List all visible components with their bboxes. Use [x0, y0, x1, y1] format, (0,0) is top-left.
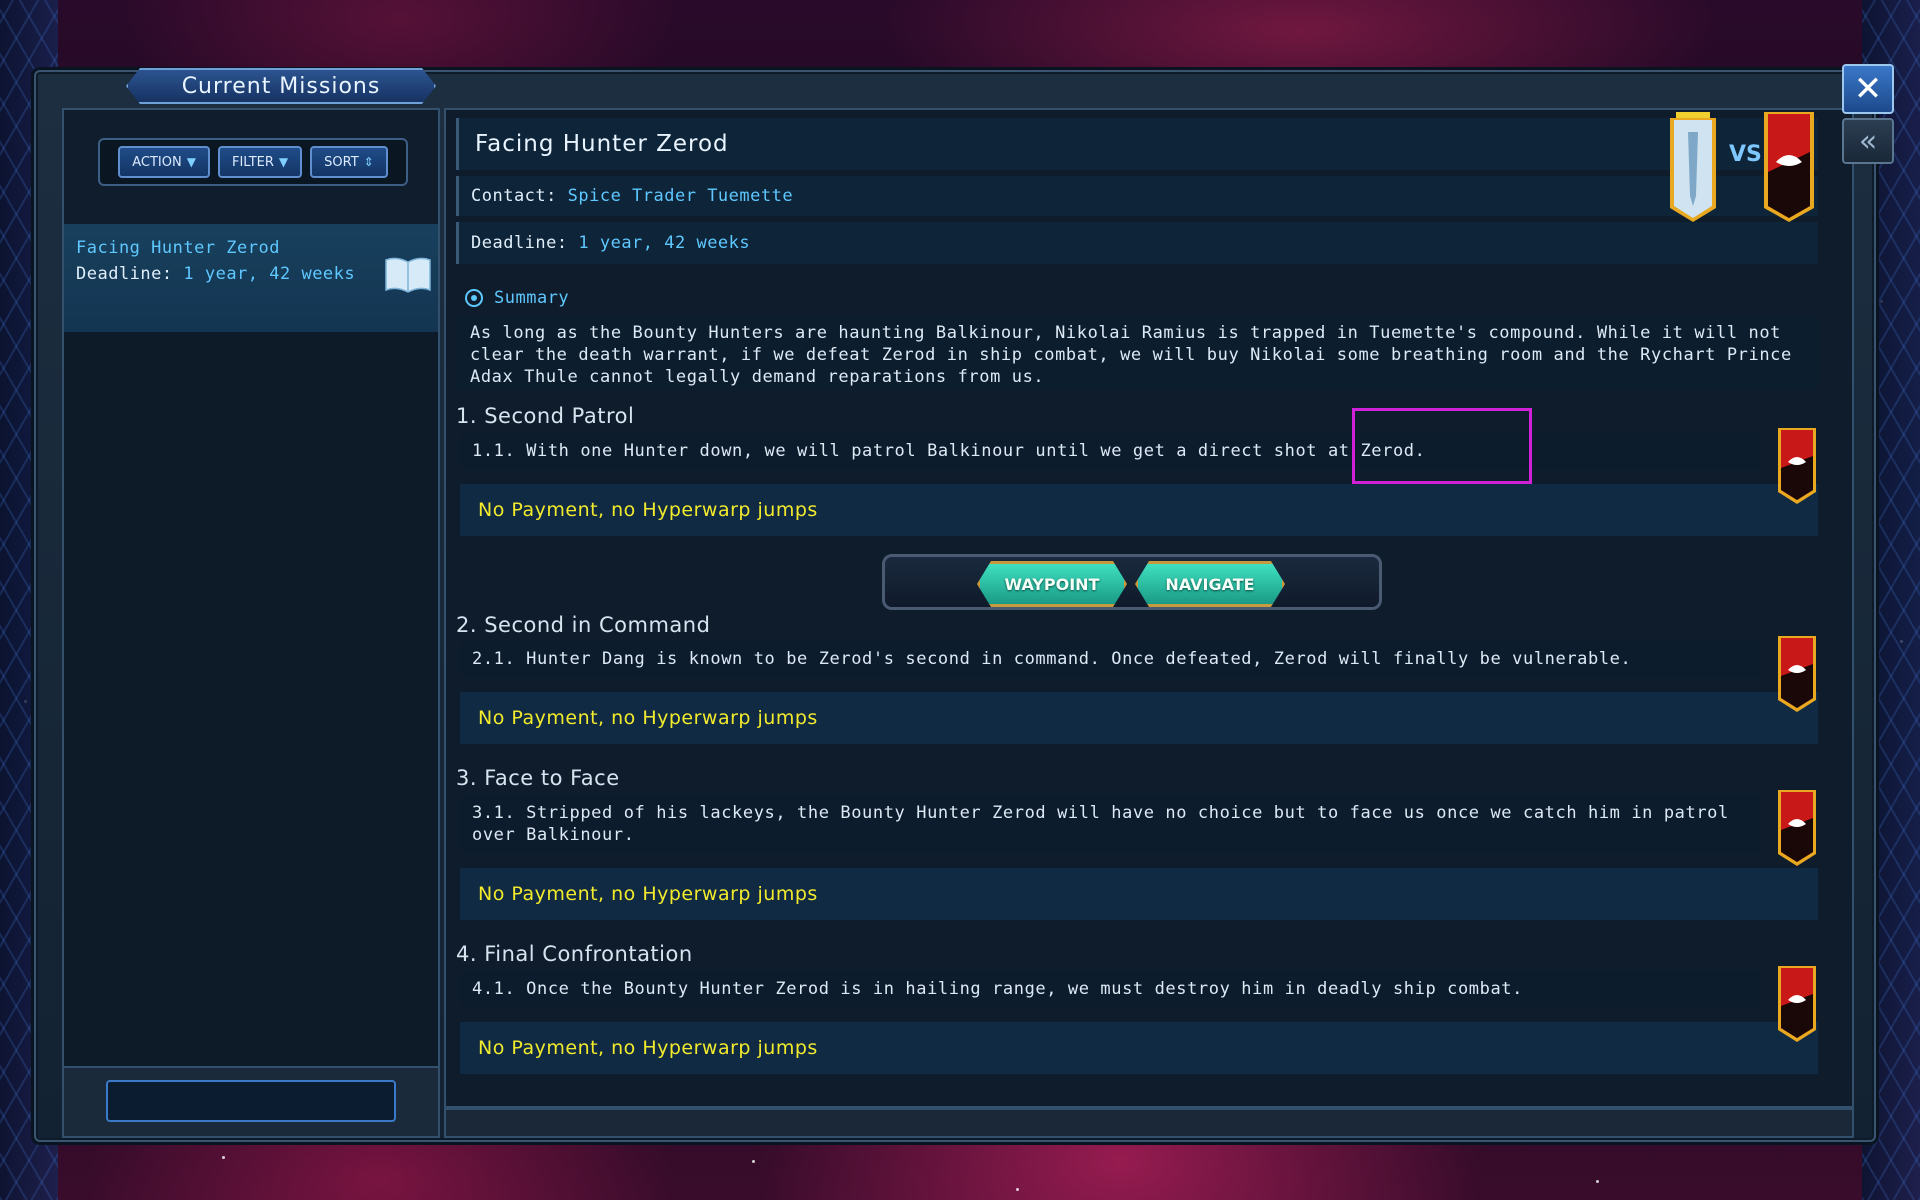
- step-3-desc: 3.1. Stripped of his lackeys, the Bounty…: [460, 796, 1760, 852]
- enemy-flag-icon: [1778, 428, 1816, 504]
- summary-text: As long as the Bounty Hunters are haunti…: [456, 316, 1818, 390]
- step-4-desc: 4.1. Once the Bounty Hunter Zerod is in …: [460, 972, 1760, 1006]
- deadline-value: 1 year, 42 weeks: [578, 233, 751, 253]
- window-title-tab: Current Missions: [126, 68, 436, 104]
- chevron-down-icon: ▼: [186, 155, 196, 169]
- player-faction-banner-icon: [1670, 112, 1716, 222]
- mission-item-deadline: Deadline: 1 year, 42 weeks: [76, 264, 426, 284]
- step-2-payment: No Payment, no Hyperwarp jumps: [460, 692, 1818, 744]
- step-4-title: 4. Final Confrontation: [456, 942, 693, 966]
- waypoint-button[interactable]: WAYPOINT: [977, 561, 1127, 607]
- step-3-payment: No Payment, no Hyperwarp jumps: [460, 868, 1818, 920]
- mission-list-item[interactable]: Facing Hunter Zerod Deadline: 1 year, 42…: [64, 224, 438, 332]
- step-1-desc: 1.1. With one Hunter down, we will patro…: [460, 434, 1760, 468]
- contact-label: Contact:: [471, 186, 557, 206]
- action-button[interactable]: ACTION ▼: [118, 146, 210, 178]
- mission-item-deadline-value: 1 year, 42 weeks: [183, 264, 356, 284]
- step-2-desc: 2.1. Hunter Dang is known to be Zerod's …: [460, 642, 1760, 676]
- deadline-row: Deadline: 1 year, 42 weeks: [456, 222, 1818, 264]
- enemy-faction-banner-icon: [1764, 112, 1814, 222]
- vs-label: VS: [1729, 142, 1762, 167]
- mission-title: Facing Hunter Zerod: [456, 118, 1818, 170]
- navigation-bar: WAYPOINT NAVIGATE: [882, 554, 1382, 610]
- step-1-payment: No Payment, no Hyperwarp jumps: [460, 484, 1818, 536]
- enemy-flag-icon: [1778, 790, 1816, 866]
- contact-value: Spice Trader Tuemette: [567, 186, 794, 206]
- mission-item-title: Facing Hunter Zerod: [76, 238, 280, 258]
- list-toolbar: ACTION ▼ FILTER ▼ SORT ⇕: [98, 138, 408, 186]
- step-1-title: 1. Second Patrol: [456, 404, 635, 428]
- mission-list-panel: ACTION ▼ FILTER ▼ SORT ⇕ Facing Hunter Z…: [62, 108, 440, 1138]
- enemy-flag-icon: [1778, 966, 1816, 1042]
- mission-list-empty-area: [64, 332, 438, 1068]
- search-input[interactable]: [106, 1080, 396, 1122]
- summary-label: Summary: [494, 288, 570, 308]
- highlight-box: [1352, 408, 1532, 484]
- action-label: ACTION: [132, 154, 182, 170]
- summary-icon: [465, 289, 483, 307]
- filter-button[interactable]: FILTER ▼: [217, 146, 303, 178]
- sort-label: SORT: [324, 154, 359, 170]
- contact-row: Contact: Spice Trader Tuemette: [456, 176, 1818, 216]
- navigate-button[interactable]: NAVIGATE: [1135, 561, 1285, 607]
- mission-item-deadline-label: Deadline:: [76, 264, 173, 284]
- summary-header: Summary: [464, 288, 569, 308]
- list-footer: [64, 1066, 438, 1136]
- detail-footer: [444, 1108, 1854, 1138]
- step-2-title: 2. Second in Command: [456, 613, 711, 637]
- enemy-flag-icon: [1778, 636, 1816, 712]
- open-book-icon: [385, 257, 431, 293]
- step-4-payment: No Payment, no Hyperwarp jumps: [460, 1022, 1818, 1074]
- collapse-button[interactable]: «: [1842, 118, 1894, 164]
- sort-arrows-icon: ⇕: [363, 155, 374, 169]
- close-button[interactable]: ✕: [1842, 64, 1894, 114]
- mission-detail-panel: Facing Hunter Zerod Contact: Spice Trade…: [444, 108, 1854, 1108]
- sort-button[interactable]: SORT ⇕: [310, 146, 388, 178]
- funnel-icon: ▼: [278, 155, 289, 169]
- filter-label: FILTER: [231, 154, 274, 170]
- deadline-label: Deadline:: [471, 233, 568, 253]
- step-3-title: 3. Face to Face: [456, 766, 620, 790]
